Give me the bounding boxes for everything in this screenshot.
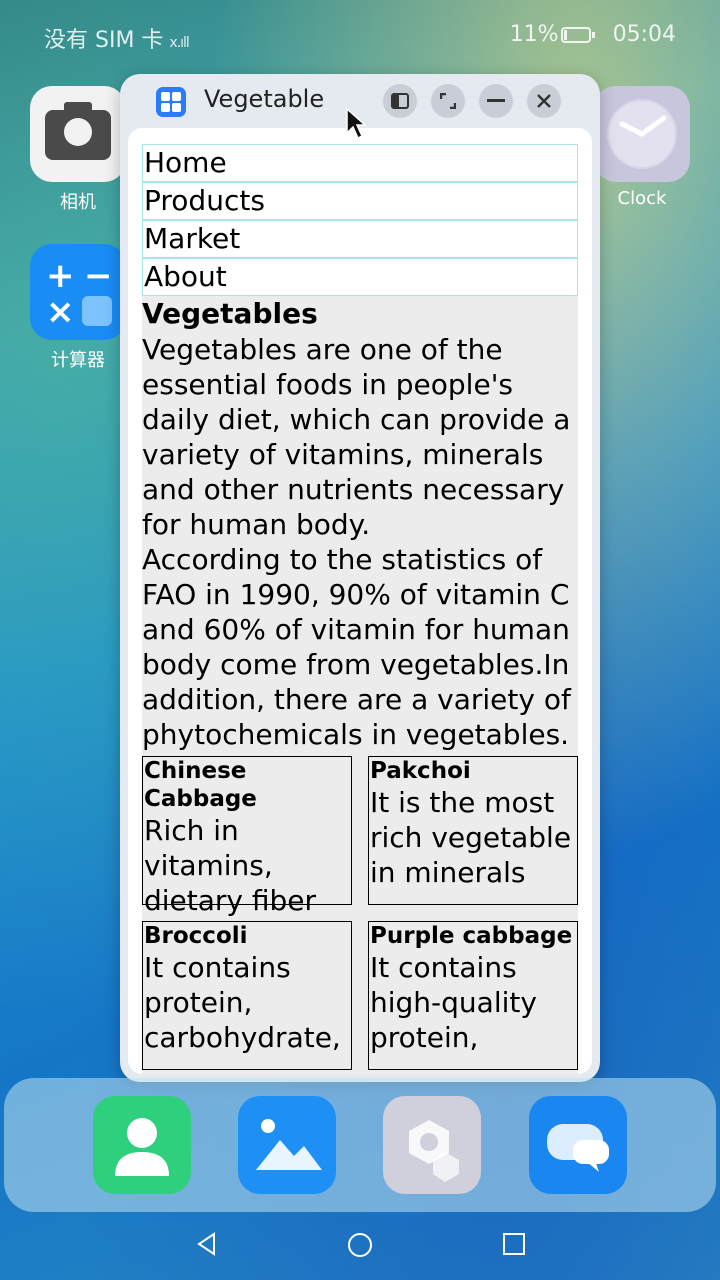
recents-icon[interactable] [502,1232,526,1256]
back-icon[interactable] [196,1232,218,1256]
contacts-icon[interactable] [93,1096,191,1194]
app-clock[interactable]: Clock [594,86,690,209]
minimize-button[interactable] [479,84,513,118]
status-bar: 没有 SIM 卡 x.ıll 11% 05:04 [0,0,720,70]
camera-icon [30,86,126,182]
mouse-cursor-icon [346,107,367,140]
maximize-icon [440,93,456,109]
battery-icon [560,26,595,43]
app-calculator[interactable]: + − × 计算器 [30,244,126,372]
close-button[interactable] [527,84,561,118]
intro-paragraph: Vegetables are one of the essential food… [142,333,571,541]
app-clock-label: Clock [617,188,667,209]
nav-home[interactable]: Home [142,144,578,182]
nav-products[interactable]: Products [142,182,578,220]
system-nav-bar [0,1212,720,1280]
gallery-icon[interactable] [238,1096,336,1194]
battery-percent: 11% [509,22,559,47]
card-desc: Rich in vitamins, dietary fiber [144,814,317,917]
card-title: Pakchoi [370,758,471,784]
app-camera[interactable]: 相机 [30,86,126,214]
nav-market[interactable]: Market [142,220,578,258]
card-desc: It contains protein, carbohydrate, [144,951,341,1054]
nav-about[interactable]: About [142,258,578,296]
app-calculator-label: 计算器 [51,350,105,371]
app-camera-label: 相机 [60,192,96,213]
card-desc: It contains high-quality protein, [370,951,537,1054]
card-chinese-cabbage[interactable]: Chinese Cabbage Rich in vitamins, dietar… [142,756,352,917]
card-title: Purple cabbage [370,923,573,949]
carrier-status: 没有 SIM 卡 x.ıll [44,22,190,54]
carrier-label: 没有 SIM 卡 [44,28,164,53]
maximize-button[interactable] [431,84,465,118]
card-purple-cabbage[interactable]: Purple cabbage It contains high-quality … [368,921,578,1070]
minimize-icon [487,99,505,102]
web-page: Home Products Market About Vegetables Ve… [142,144,578,1074]
signal-icon: x.ıll [169,35,189,51]
dock [4,1078,716,1212]
card-broccoli[interactable]: Broccoli It contains protein, carbohydra… [142,921,352,1070]
page-heading: Vegetables [142,297,318,330]
app-grid-icon [156,87,186,117]
card-desc: It is the most rich vegetable in mineral… [370,786,572,889]
settings-icon[interactable] [383,1096,481,1194]
stats-paragraph: According to the statistics of FAO in 19… [142,543,571,751]
card-pakchoi[interactable]: Pakchoi It is the most rich vegetable in… [368,756,578,905]
home-icon[interactable] [347,1232,373,1258]
calculator-icon: + − × [30,244,126,340]
window-title: Vegetable [204,85,325,113]
close-icon [537,94,551,108]
vegetable-window: Vegetable Home Products Market About Veg… [120,74,600,1082]
window-content: Home Products Market About Vegetables Ve… [128,128,592,1074]
vegetable-cards: Chinese Cabbage Rich in vitamins, dietar… [142,754,578,1074]
clock-icon [594,86,690,182]
status-time: 05:04 [612,22,676,47]
status-right: 11% 05:04 [510,22,676,47]
card-title: Broccoli [144,923,248,949]
split-screen-button[interactable] [383,84,417,118]
card-title: Chinese Cabbage [144,758,257,812]
messages-icon[interactable] [529,1096,627,1194]
split-screen-icon [391,93,409,109]
